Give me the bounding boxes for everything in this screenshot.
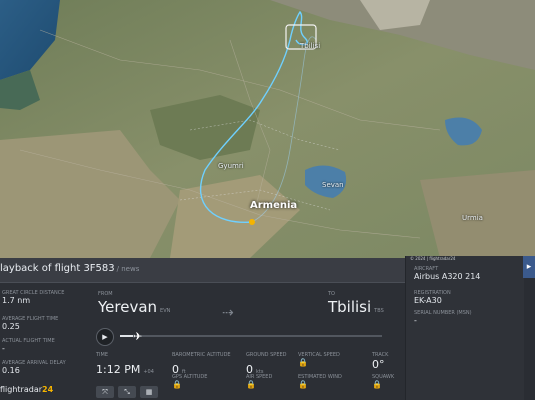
country-label: Armenia [250,200,298,211]
airplane-icon[interactable]: ✈ [133,330,142,343]
page-title: layback of flight 3F583/ news [0,263,140,274]
aircraft-info-panel: © 2024 | flightradar24 Aircraft Airbus A… [405,256,524,400]
expand-panel-button[interactable]: ▸ [523,256,535,278]
origin: From Yerevan EVN [98,291,171,316]
live-stats: Time 1:12 PM +04 Barometric Altitude 0 ft … [96,352,406,400]
air-speed-cell: Air Speed 🔒 [246,374,273,389]
lock-icon: 🔒 [246,380,256,389]
gps-altitude-cell: GPS Altitude 🔒 [172,374,208,389]
map-label-tbilisi: Tbilisi [300,42,321,50]
chevron-right-icon: ▸ [526,262,532,272]
squawk-cell: Squawk 🔒 [372,374,395,389]
lock-icon: 🔒 [298,358,308,367]
departure-marker [249,219,255,225]
title-bar: layback of flight 3F583/ news [0,258,405,283]
map-label-gyumri: Gyumri [218,162,244,170]
stat-distance: Great Circle Distance 1.7 nm [2,290,65,305]
origin-code: EVN [160,308,171,314]
chart-button[interactable]: ▦ [140,386,158,398]
playback-controls: ⤧ ⤡ ▦ [96,379,162,398]
title-subtitle: / news [116,265,140,273]
wind-cell: Estimated Wind 🔒 [298,374,342,389]
registration-field: Registration EK-A30 [414,290,451,305]
destination-city: Tbilisi [328,298,372,316]
timeline-slider[interactable] [120,335,382,337]
lock-icon: 🔒 [298,380,308,389]
flightradar24-logo[interactable]: flightradar24 [0,385,53,394]
lock-icon: 🔒 [372,380,382,389]
map-view[interactable]: Tbilisi Gyumri Sevan Urmia Armenia [0,0,535,258]
lock-icon: 🔒 [172,380,182,389]
logo-text: flightradar [0,385,43,394]
vertical-speed-cell: Vertical Speed 🔒 [298,352,340,367]
playback-timeline[interactable]: ▶ ✈ [96,328,384,346]
timeline-progress [120,335,134,337]
zoom-button[interactable]: ⤡ [118,386,136,398]
time-cell: Time 1:12 PM +04 [96,352,154,376]
playback-panel: layback of flight 3F583/ news Great Circ… [0,258,405,400]
origin-city: Yerevan [98,298,158,316]
track-cell: Track 0° [372,352,389,371]
map-label-sevan: Sevan [322,181,344,189]
destination-code: TBS [374,308,384,314]
destination: To Tbilisi TBS [328,291,384,316]
fit-view-button[interactable]: ⤧ [96,386,114,398]
msn-field: Serial Number (MSN) - [414,310,472,325]
copyright-text: © 2024 | flightradar24 [410,256,456,261]
map-canvas[interactable] [0,0,535,258]
map-label-urmia: Urmia [462,214,483,222]
stat-arrival-delay: Average Arrival Delay 0.16 [2,360,66,375]
current-time: 1:12 PM [96,363,141,376]
logo-suffix: 24 [42,385,54,394]
flight-stats: Great Circle Distance 1.7 nm Average Flig… [0,290,88,400]
stat-avg-flight-time: Average Flight Time 0.25 [2,316,59,331]
route-arrow-icon: ⇢ [222,305,234,321]
play-icon: ▶ [102,333,108,341]
stat-actual-flight-time: Actual Flight Time - [2,338,55,353]
play-button[interactable]: ▶ [96,328,114,346]
aircraft-field: Aircraft Airbus A320 214 [414,266,481,281]
